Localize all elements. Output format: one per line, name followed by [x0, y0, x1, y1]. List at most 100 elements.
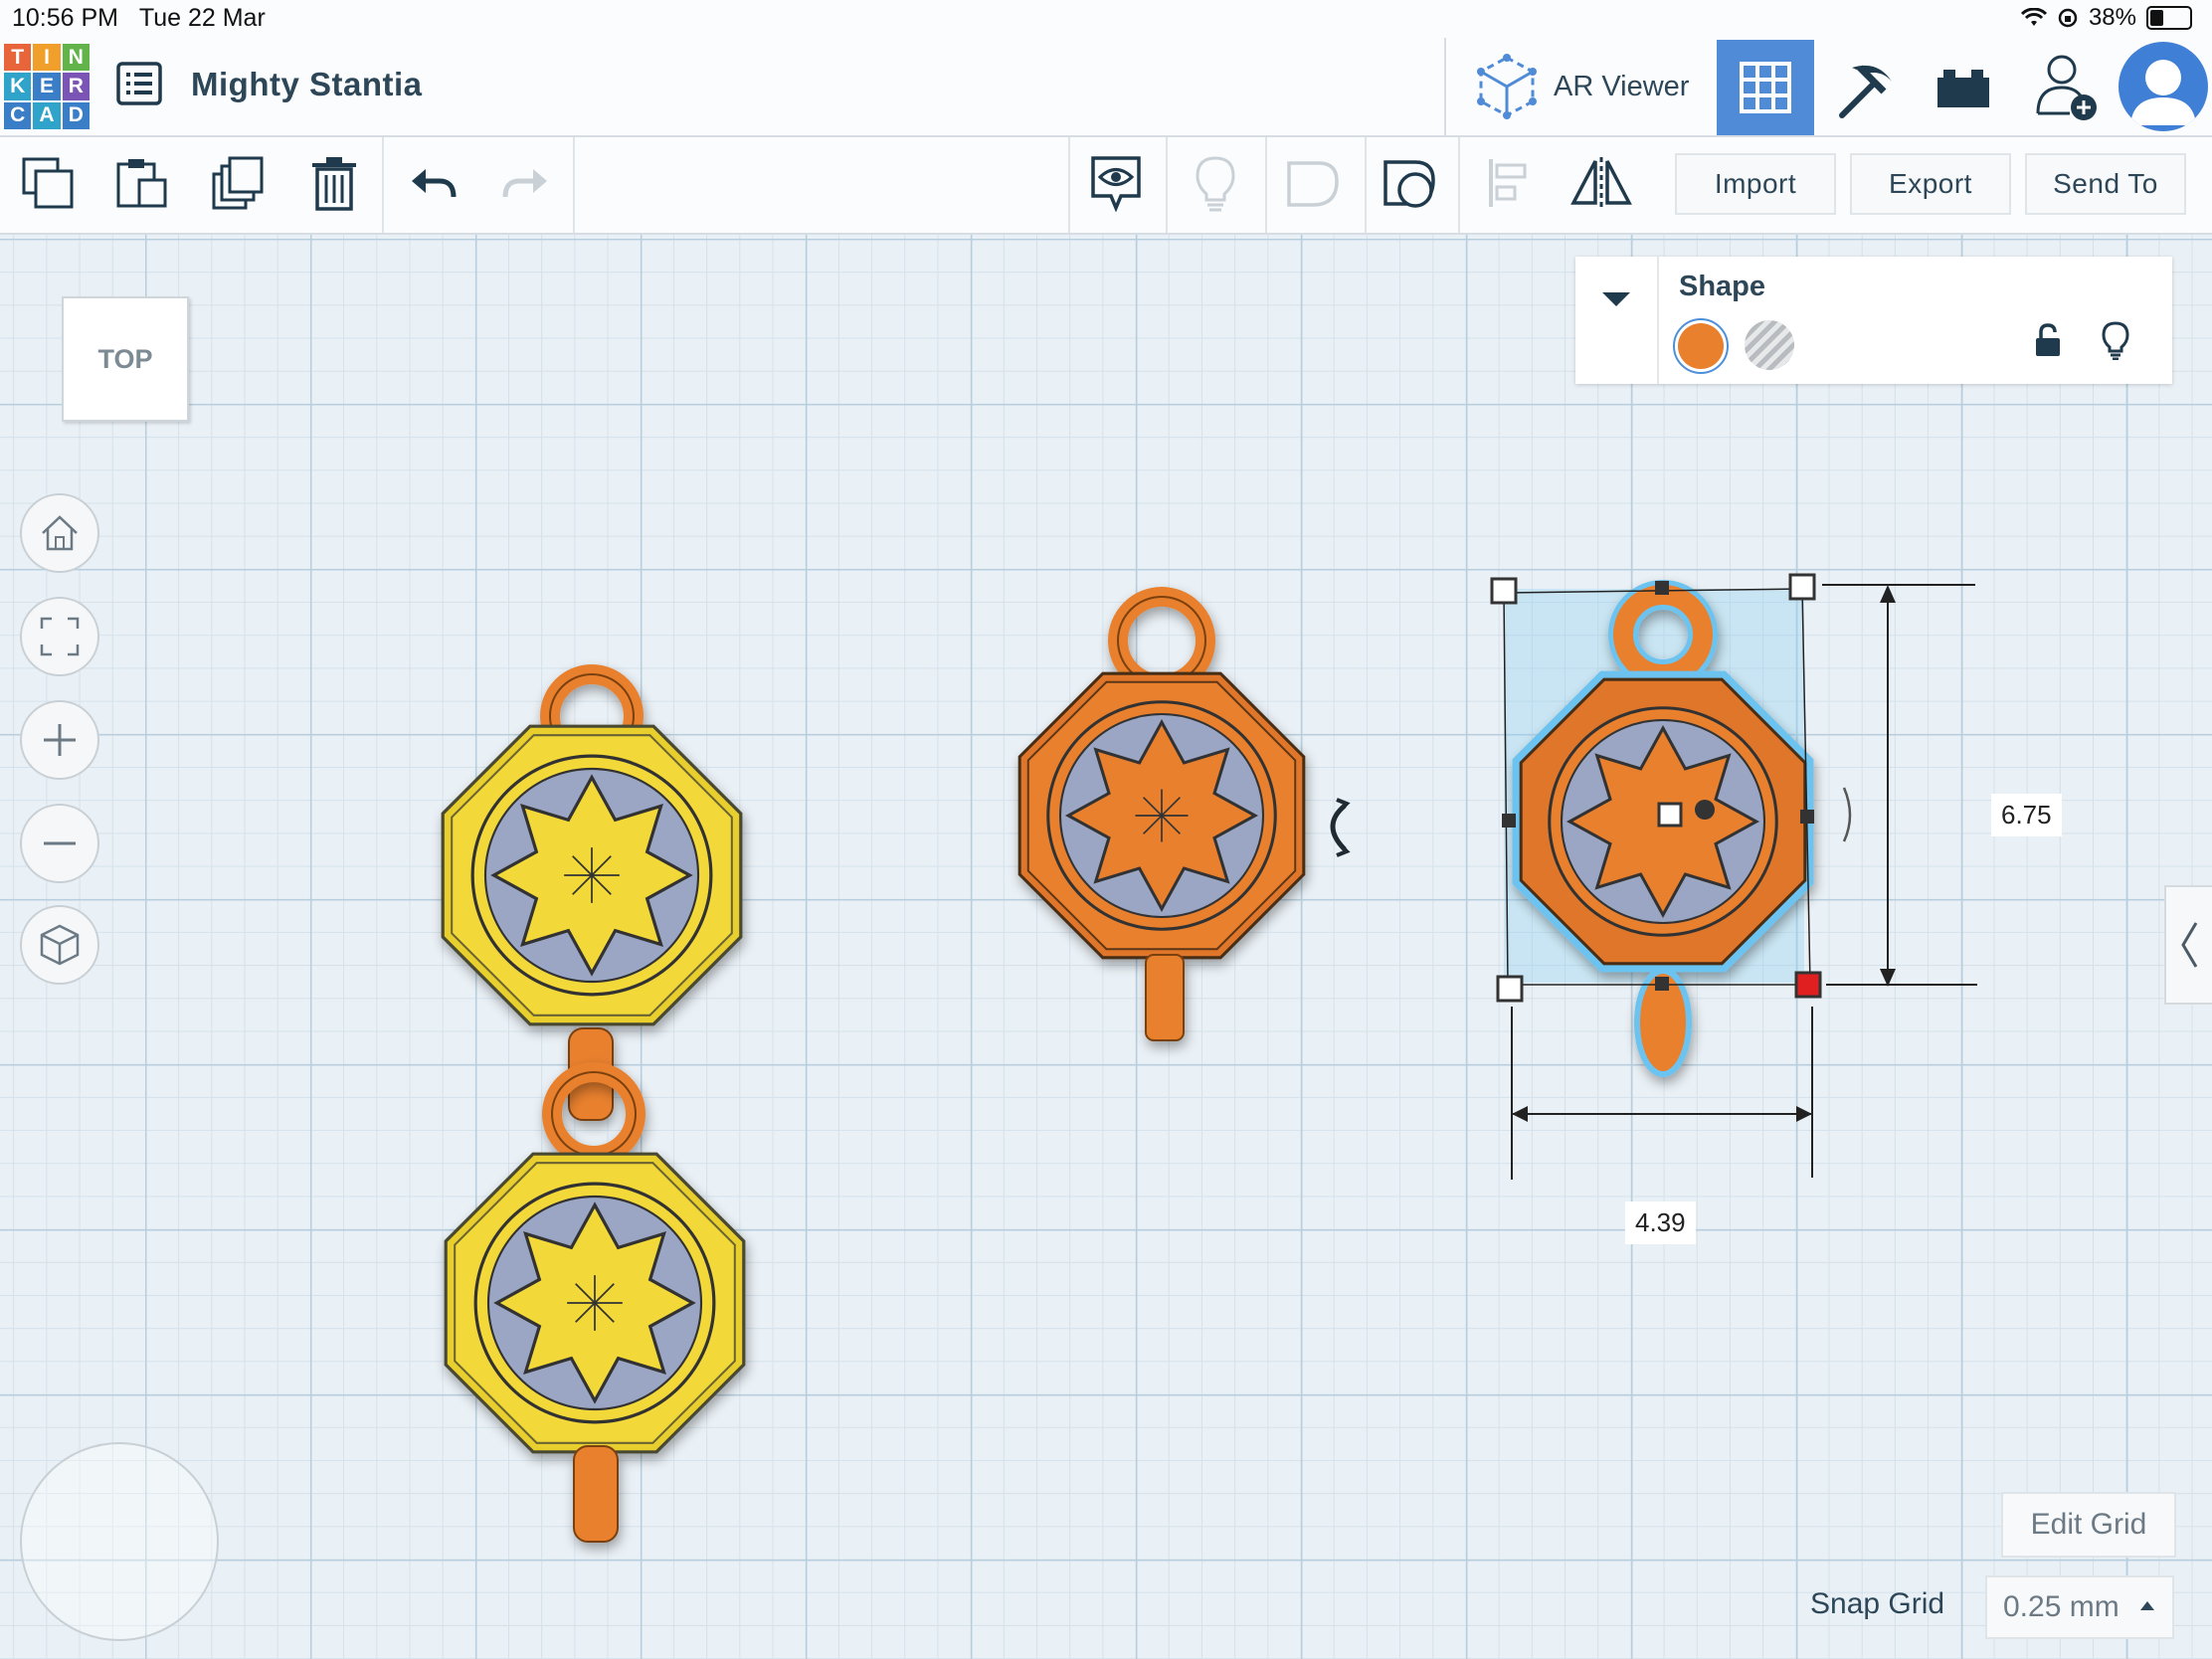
- ungroup-button[interactable]: [1273, 143, 1353, 223]
- codeblocks-button[interactable]: [1818, 40, 1914, 135]
- logo-letter: R: [62, 73, 90, 100]
- ar-viewer-label: AR Viewer: [1554, 70, 1690, 102]
- expand-shapes-panel-button[interactable]: [2164, 885, 2212, 1005]
- corner-handle[interactable]: [1788, 573, 1816, 601]
- project-title[interactable]: Mighty Stantia: [191, 66, 423, 103]
- toolbar-separator: [1458, 137, 1460, 233]
- hide-shape-button[interactable]: [2101, 320, 2130, 365]
- cube-icon: [40, 924, 80, 966]
- bricks-button[interactable]: [1916, 40, 2011, 135]
- perspective-toggle-button[interactable]: [20, 905, 99, 985]
- edge-handle[interactable]: [1655, 581, 1669, 595]
- battery-icon: [2146, 6, 2192, 30]
- edge-handle[interactable]: [1502, 814, 1516, 828]
- edge-handle[interactable]: [1655, 977, 1669, 991]
- rotate-arc-icon[interactable]: [1842, 787, 1852, 842]
- paste-button[interactable]: [101, 143, 181, 223]
- orange-pendant-middle[interactable]: [1017, 587, 1306, 1041]
- import-button[interactable]: Import: [1675, 153, 1836, 215]
- snap-grid-label: Snap Grid: [1810, 1587, 1945, 1620]
- copy-button[interactable]: [8, 143, 88, 223]
- lock-icon: [2036, 323, 2060, 356]
- notes-button[interactable]: [1076, 143, 1156, 223]
- selected-pendant[interactable]: [1490, 573, 1977, 1180]
- toolbar-separator: [382, 137, 384, 233]
- ar-cube-icon: [1477, 54, 1537, 119]
- edge-handle[interactable]: [1800, 810, 1814, 824]
- tinkercad-logo[interactable]: T I N K E R C A D: [4, 44, 90, 129]
- view-cube[interactable]: TOP: [62, 296, 189, 422]
- undo-icon: [412, 169, 457, 198]
- align-button[interactable]: [1468, 143, 1548, 223]
- zoom-in-button[interactable]: [20, 700, 99, 780]
- orientation-lock-icon: [2058, 8, 2078, 28]
- logo-letter: E: [33, 73, 61, 100]
- fit-view-button[interactable]: [20, 597, 99, 676]
- width-dimension-label[interactable]: 4.39: [1625, 1201, 1696, 1244]
- export-button[interactable]: Export: [1850, 153, 2011, 215]
- snap-grid-select[interactable]: 0.25 mm: [1985, 1575, 2174, 1639]
- mirror-button[interactable]: [1562, 143, 1641, 223]
- ar-viewer-button[interactable]: AR Viewer: [1444, 38, 1715, 135]
- redo-button[interactable]: [485, 143, 565, 223]
- corner-handle-active[interactable]: [1794, 971, 1822, 999]
- delete-button[interactable]: [294, 143, 374, 223]
- show-all-button[interactable]: [1176, 143, 1255, 223]
- light-bulb-icon: [2102, 321, 2129, 361]
- undo-button[interactable]: [394, 143, 473, 223]
- status-indicators: 38%: [2020, 4, 2192, 32]
- design-list-button[interactable]: [115, 60, 163, 107]
- battery-percent: 38%: [2088, 4, 2136, 31]
- logo-letter: I: [33, 44, 61, 72]
- yellow-pendant-top[interactable]: [441, 664, 743, 1121]
- group-button[interactable]: [1371, 143, 1450, 223]
- brick-icon: [1937, 70, 1989, 107]
- hole-swatch[interactable]: [1745, 320, 1794, 370]
- shape-icon: [1287, 161, 1339, 207]
- yellow-pendant-bottom[interactable]: [444, 1062, 746, 1543]
- height-handle[interactable]: [1695, 800, 1715, 820]
- invite-collaborator-button[interactable]: [2019, 40, 2115, 135]
- scene-objects: [441, 573, 1977, 1543]
- zoom-in-icon: [44, 724, 76, 756]
- center-handle[interactable]: [1657, 802, 1683, 828]
- avatar[interactable]: [2119, 42, 2208, 131]
- chevron-left-icon: [2181, 922, 2198, 968]
- orbit-control[interactable]: [20, 1442, 219, 1641]
- fit-view-icon: [40, 617, 80, 656]
- toolbar-separator: [1365, 137, 1367, 233]
- status-time: 10:56 PM Tue 22 Mar: [12, 4, 266, 32]
- shape-inspector-panel: Shape: [1575, 257, 2172, 384]
- home-icon: [42, 515, 78, 551]
- collapse-panel-button[interactable]: [1575, 257, 1659, 384]
- shape-panel-title: Shape: [1679, 271, 1766, 302]
- duplicate-icon: [212, 156, 264, 210]
- logo-letter: A: [33, 101, 61, 129]
- 3d-design-view-button[interactable]: [1717, 40, 1814, 135]
- edit-grid-button[interactable]: Edit Grid: [2001, 1492, 2176, 1558]
- light-bulb-icon: [1196, 156, 1235, 212]
- copy-icon: [22, 157, 74, 209]
- corner-handle[interactable]: [1490, 577, 1518, 605]
- send-to-button[interactable]: Send To: [2025, 153, 2186, 215]
- status-bar: 10:56 PM Tue 22 Mar 38%: [0, 0, 2212, 38]
- corner-handle[interactable]: [1496, 975, 1524, 1003]
- rotate-handle-icon[interactable]: [1330, 804, 1347, 851]
- toolbar-separator: [573, 137, 575, 233]
- logo-letter: C: [4, 101, 32, 129]
- logo-letter: N: [62, 44, 90, 72]
- delete-icon: [312, 157, 356, 211]
- avatar-icon: [2130, 60, 2196, 125]
- logo-letter: D: [62, 101, 90, 129]
- duplicate-button[interactable]: [199, 143, 278, 223]
- lock-button[interactable]: [2033, 322, 2063, 363]
- zoom-out-button[interactable]: [20, 804, 99, 883]
- list-icon: [116, 62, 162, 105]
- home-view-button[interactable]: [20, 493, 99, 573]
- redo-icon: [502, 169, 547, 198]
- solid-color-swatch[interactable]: [1673, 318, 1729, 374]
- view-cube-face-label: TOP: [97, 343, 153, 374]
- height-dimension-label[interactable]: 6.75: [1991, 794, 2062, 836]
- notes-icon: [1091, 156, 1141, 212]
- toolbar-separator: [1068, 137, 1070, 233]
